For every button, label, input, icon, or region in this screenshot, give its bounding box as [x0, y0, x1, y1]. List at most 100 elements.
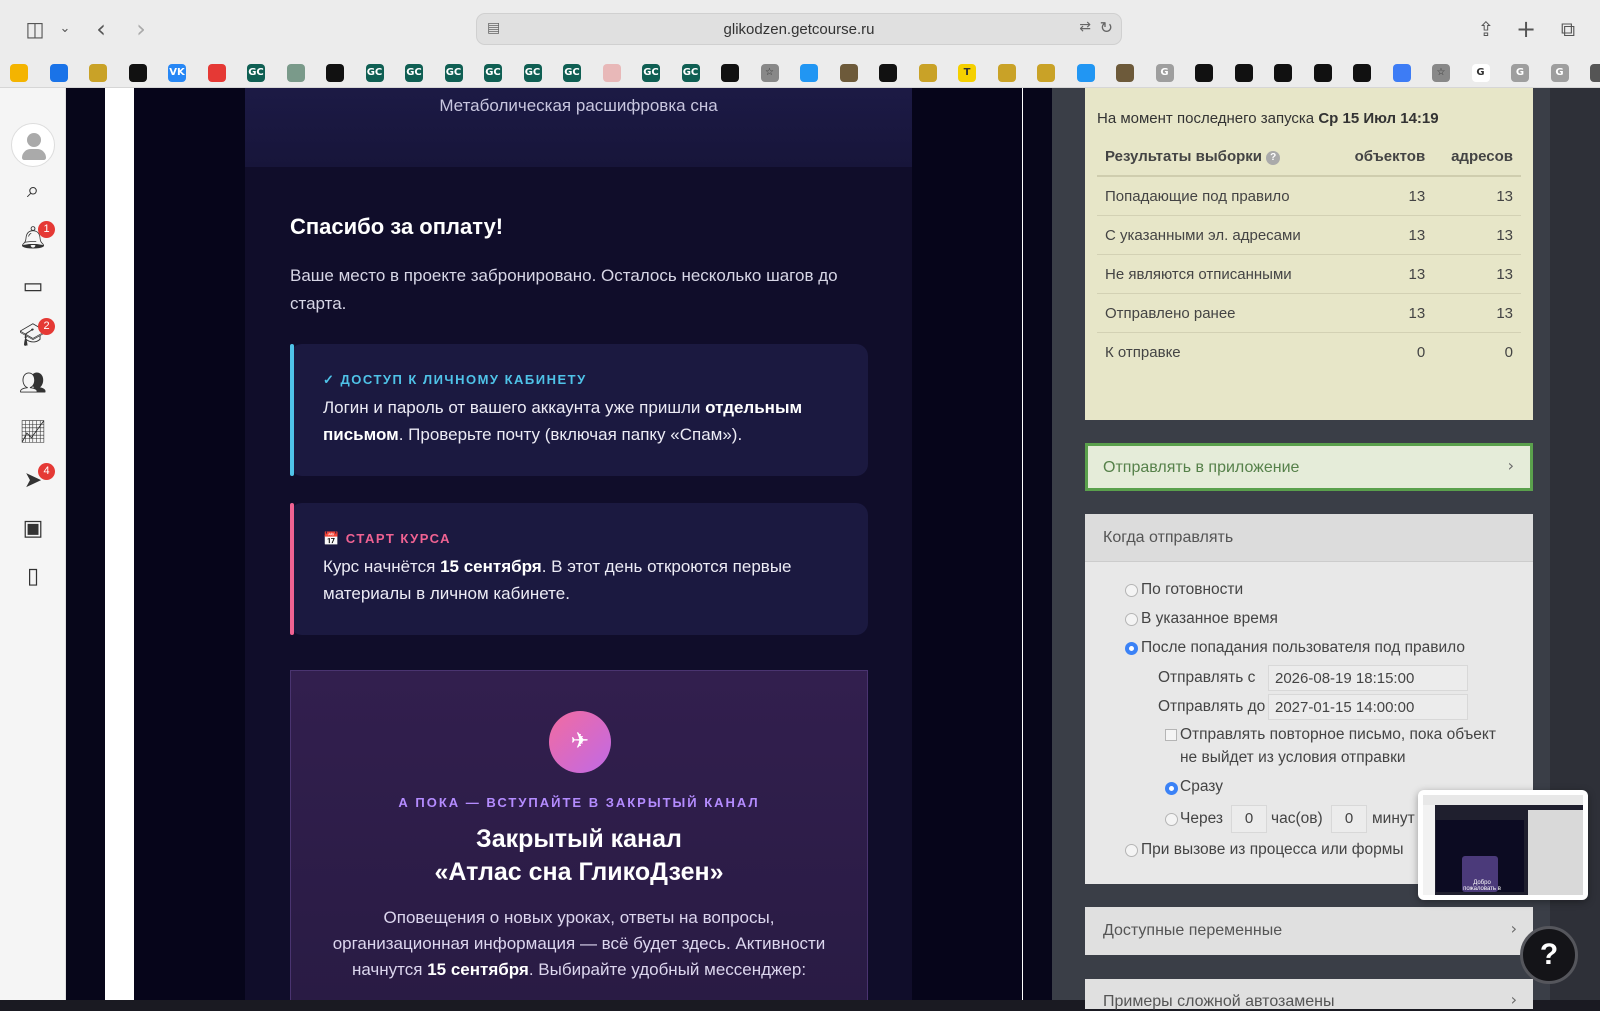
radio-now[interactable] — [1165, 782, 1178, 795]
bookmark-icon[interactable] — [997, 64, 1016, 82]
send-icon[interactable]: ➤ 4 — [13, 461, 55, 501]
bookmark-icon[interactable] — [1353, 64, 1371, 82]
chevron-right-icon: › — [1507, 456, 1514, 475]
bookmark-icon[interactable] — [602, 64, 621, 82]
sidebar-toggle-icon[interactable]: ◫ — [22, 16, 48, 42]
bookmark-icon[interactable] — [207, 64, 226, 82]
users-icon[interactable]: 👥︎ — [13, 364, 53, 404]
bookmark-icon[interactable] — [1274, 64, 1292, 82]
start-accent-bar — [290, 503, 294, 635]
bookmark-icon[interactable]: GC — [563, 64, 581, 82]
bookmark-icon[interactable] — [839, 64, 858, 82]
bookmark-icon[interactable] — [1037, 64, 1055, 82]
share-icon[interactable]: ⇪ — [1473, 16, 1499, 42]
bookmark-icon[interactable]: G — [1511, 64, 1529, 82]
address-text: glikodzen.getcourse.ru — [723, 21, 875, 38]
bookmark-icon[interactable]: GC — [642, 64, 660, 82]
send-to-app-section[interactable]: Отправлять в приложение › — [1085, 443, 1533, 491]
radio-process[interactable] — [1125, 844, 1138, 857]
radio-after-rule-label: После попадания пользователя под правило — [1141, 639, 1465, 656]
bookmark-icon[interactable] — [1392, 64, 1411, 82]
mobile-icon[interactable]: ▯ — [13, 557, 53, 597]
notifications-badge: 1 — [38, 221, 55, 238]
bookmark-icon[interactable] — [49, 64, 68, 82]
search-icon[interactable]: ⌕ — [13, 171, 53, 211]
email-header: Метаболическая расшифровка сна — [245, 88, 912, 167]
address-bar[interactable]: ▤ glikodzen.getcourse.ru ⇄ ↻ — [476, 13, 1122, 45]
start-block: 📅 СТАРТ КУРСА Курс начнётся 15 сентября.… — [290, 503, 868, 635]
chevron-right-icon: › — [1510, 919, 1517, 938]
screen-recording-thumbnail[interactable]: Добро пожаловать в — [1418, 790, 1588, 900]
repeat-checkbox[interactable] — [1165, 729, 1177, 741]
bookmark-icon[interactable]: GC — [444, 64, 463, 82]
bookmark-icon[interactable] — [1313, 64, 1332, 82]
bookmark-icon[interactable] — [1590, 64, 1600, 82]
bookmark-icon[interactable]: T — [958, 64, 976, 82]
email-header-title: Метаболическая расшифровка сна — [439, 96, 718, 115]
tab-overview-icon[interactable]: ⧉ — [1555, 16, 1581, 42]
stats-col-header: Результаты выборки ? — [1097, 140, 1336, 177]
laptop-icon[interactable]: ▭ — [13, 267, 53, 307]
intro-text: Ваше место в проекте забронировано. Оста… — [290, 266, 838, 313]
bookmark-icon[interactable] — [800, 64, 818, 82]
delay-hours-input[interactable]: 0 — [1231, 805, 1267, 833]
channel-block: ✈ А ПОКА — ВСТУПАЙТЕ В ЗАКРЫТЫЙ КАНАЛ За… — [290, 670, 868, 1000]
examples-section[interactable]: Примеры сложной автозамены › — [1085, 979, 1533, 1010]
graduation-cap-icon[interactable]: 🎓︎ 2 — [13, 316, 55, 356]
chart-icon[interactable]: 📈︎ — [13, 413, 53, 453]
delay-minutes-input[interactable]: 0 — [1331, 805, 1367, 833]
bookmark-icon[interactable]: GC — [405, 64, 423, 82]
back-icon[interactable]: ‹ — [88, 16, 114, 42]
send-to-input[interactable]: 2027-01-15 14:00:00 — [1268, 694, 1468, 720]
bookmark-icon[interactable]: GC — [484, 64, 502, 82]
bookmark-icon[interactable]: VK — [168, 64, 186, 82]
thumbnail-toolbar — [1423, 795, 1583, 805]
bookmark-icon[interactable]: G — [1471, 64, 1490, 82]
wallet-icon[interactable]: ▣ — [13, 509, 53, 549]
radio-after-rule[interactable] — [1125, 642, 1138, 655]
thumbnail-sidebar — [1423, 805, 1435, 895]
variables-section[interactable]: Доступные переменные › — [1085, 907, 1533, 955]
bookmark-icon[interactable]: G — [1550, 64, 1569, 82]
bookmark-icon[interactable]: G — [1155, 64, 1174, 82]
bookmark-icon[interactable] — [286, 64, 305, 82]
bookmark-icon[interactable] — [721, 64, 739, 82]
radio-ready[interactable] — [1125, 584, 1138, 597]
translate-icon[interactable]: ⇄ — [1079, 19, 1091, 35]
radio-scheduled[interactable] — [1125, 613, 1138, 626]
help-icon[interactable]: ? — [1266, 151, 1281, 165]
bookmark-icon[interactable] — [1116, 64, 1134, 82]
access-text: Логин и пароль от вашего аккаунта уже пр… — [323, 398, 803, 444]
bookmark-icon[interactable]: GC — [681, 64, 700, 82]
bookmark-icon[interactable] — [1234, 64, 1253, 82]
chevron-down-icon[interactable]: ⌄ — [52, 16, 78, 42]
when-to-send-header[interactable]: Когда отправлять — [1085, 514, 1533, 562]
bookmark-icon[interactable]: GC — [365, 64, 384, 82]
bookmark-icon[interactable] — [10, 64, 28, 82]
bookmark-icon[interactable] — [1076, 64, 1095, 82]
avatar[interactable] — [11, 123, 55, 167]
help-button[interactable]: ? — [1520, 926, 1578, 984]
bookmark-icon[interactable] — [326, 64, 344, 82]
radio-delay[interactable] — [1165, 813, 1178, 826]
app-sidebar: ⌕ 🔔︎ 1 ▭ 🎓︎ 2 👥︎ 📈︎ ➤ 4 ▣ ▯ — [0, 88, 66, 1000]
bookmark-icon[interactable] — [1195, 64, 1213, 82]
stats-col-header: адресов — [1433, 140, 1521, 177]
bookmark-icon[interactable]: ☆ — [760, 64, 779, 82]
bookmark-icon[interactable]: GC — [247, 64, 265, 82]
bookmark-icon[interactable]: GC — [523, 64, 542, 82]
start-text: Курс начнётся 15 сентября. В этот день о… — [323, 557, 792, 603]
bookmark-icon[interactable]: ☆ — [1432, 64, 1450, 82]
table-row: Попадающие под правило 13 13 — [1097, 176, 1521, 216]
send-from-input[interactable]: 2026-08-19 18:15:00 — [1268, 665, 1468, 691]
bookmark-icon[interactable] — [918, 64, 937, 82]
forward-icon[interactable]: › — [128, 16, 154, 42]
new-tab-icon[interactable]: + — [1513, 16, 1539, 42]
bookmark-icon[interactable] — [128, 64, 147, 82]
table-row: С указанными эл. адресами 13 13 — [1097, 215, 1521, 255]
bell-icon[interactable]: 🔔︎ 1 — [13, 219, 55, 259]
access-accent-bar — [290, 344, 294, 476]
reload-icon[interactable]: ↻ — [1100, 18, 1113, 37]
bookmark-icon[interactable] — [879, 64, 897, 82]
bookmark-icon[interactable] — [89, 64, 107, 82]
